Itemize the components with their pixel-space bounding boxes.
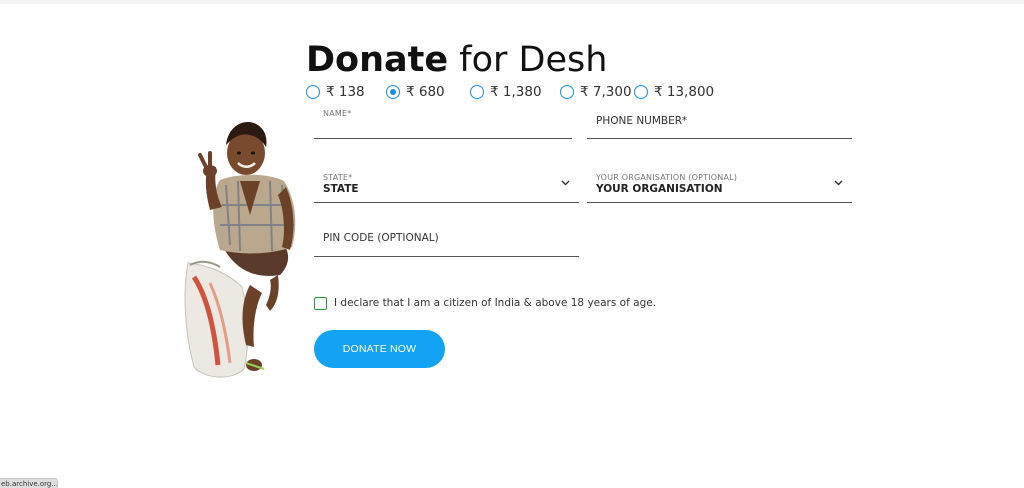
page-title: Donate for Desh [306, 40, 607, 80]
pin-code-placeholder: PIN CODE (OPTIONAL) [323, 232, 439, 244]
phone-field[interactable]: PHONE NUMBER* [587, 104, 852, 139]
page-title-bold: Donate [306, 40, 449, 80]
state-select-label: STATE* [323, 173, 353, 182]
state-select[interactable]: STATE* STATE [314, 168, 579, 203]
amount-options: ₹ 138 ₹ 680 ₹ 1,380 ₹ 7,300 ₹ 13,800 [306, 83, 726, 101]
chevron-down-icon[interactable] [834, 180, 843, 186]
name-field-label: NAME* [323, 109, 352, 118]
page-title-light: for Desh [459, 40, 608, 80]
amount-option-138[interactable]: ₹ 138 [306, 83, 365, 101]
pin-code-field[interactable]: PIN CODE (OPTIONAL) [314, 222, 579, 257]
radio-unselected-icon[interactable] [634, 85, 648, 99]
child-photo [184, 121, 296, 378]
radio-dot [390, 89, 396, 95]
top-border [0, 0, 1024, 4]
radio-unselected-icon[interactable] [560, 85, 574, 99]
amount-option-13800[interactable]: ₹ 13,800 [634, 83, 714, 101]
status-bar-url: eb.archive.org... [0, 478, 58, 488]
amount-label: ₹ 1,380 [490, 84, 542, 100]
organisation-select-label: YOUR ORGANISATION (OPTIONAL) [596, 173, 738, 182]
amount-option-7300[interactable]: ₹ 7,300 [560, 83, 632, 101]
donate-now-button[interactable]: DONATE NOW [314, 330, 445, 368]
amount-label: ₹ 7,300 [580, 84, 632, 100]
declaration-row: I declare that I am a citizen of India &… [314, 295, 656, 311]
radio-unselected-icon[interactable] [306, 85, 320, 99]
amount-label: ₹ 138 [326, 84, 365, 100]
declaration-text: I declare that I am a citizen of India &… [334, 297, 657, 309]
organisation-select-value: YOUR ORGANISATION [596, 183, 723, 195]
name-field[interactable]: NAME* [314, 104, 572, 139]
amount-label: ₹ 680 [406, 84, 445, 100]
radio-unselected-icon[interactable] [470, 85, 484, 99]
declaration-checkbox[interactable] [314, 296, 327, 310]
state-select-value: STATE [323, 183, 359, 195]
radio-selected-icon[interactable] [386, 85, 400, 99]
chevron-down-icon[interactable] [561, 180, 570, 186]
organisation-select[interactable]: YOUR ORGANISATION (OPTIONAL) YOUR ORGANI… [587, 168, 852, 203]
amount-option-680[interactable]: ₹ 680 [386, 83, 445, 101]
amount-label: ₹ 13,800 [654, 84, 715, 100]
phone-field-placeholder: PHONE NUMBER* [596, 115, 688, 127]
amount-option-1380[interactable]: ₹ 1,380 [470, 83, 542, 101]
